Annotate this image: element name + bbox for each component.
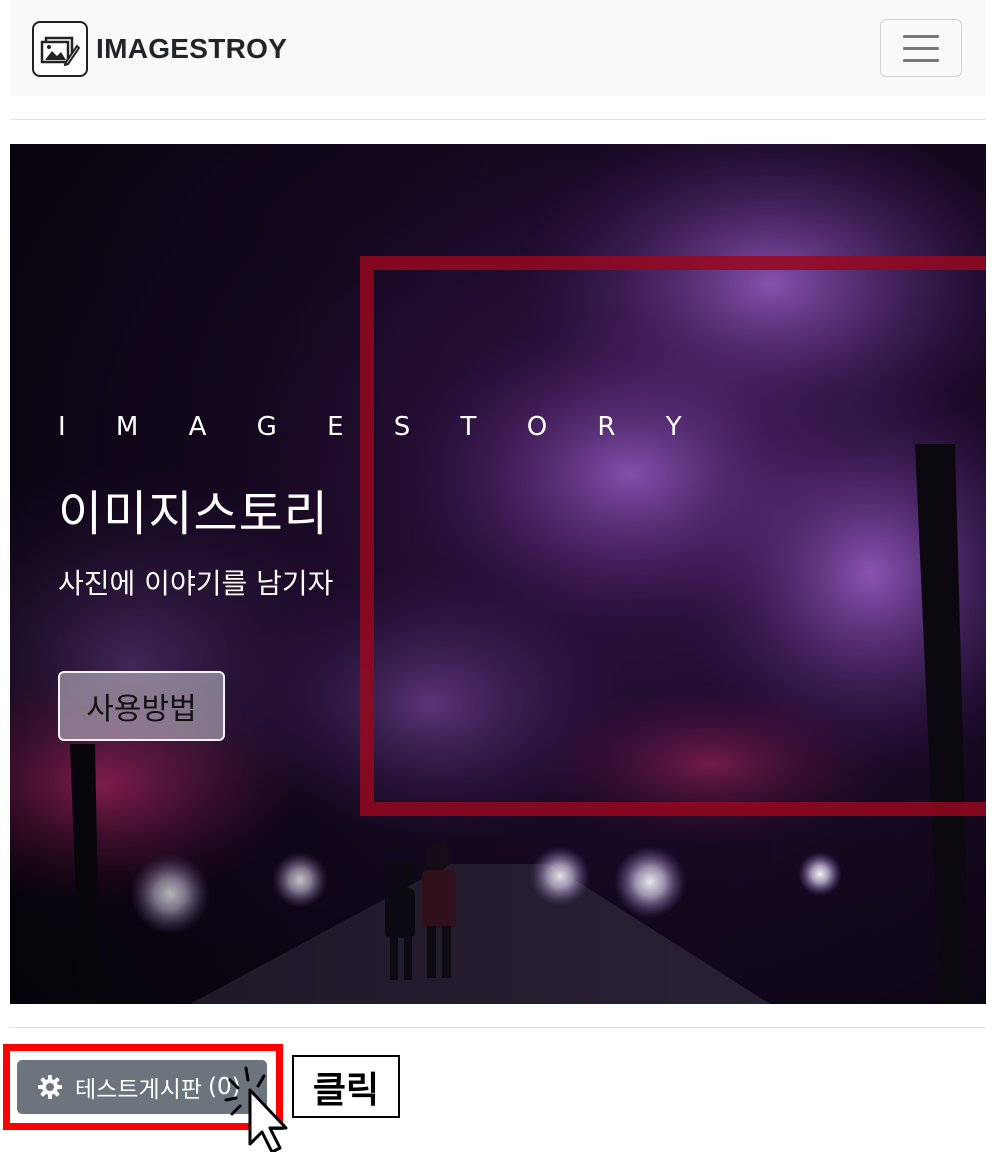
decorative-frame xyxy=(360,256,986,816)
hero-subtitle: 사진에 이야기를 남기자 xyxy=(58,567,334,600)
how-to-use-button[interactable]: 사용방법 xyxy=(58,671,225,741)
gear-icon xyxy=(37,1074,63,1100)
hamburger-menu-button[interactable] xyxy=(880,19,962,77)
brand-name: IMAGESTROY xyxy=(96,33,288,64)
hero-title: 이미지스토리 xyxy=(58,486,329,542)
navbar: IMAGESTROY xyxy=(10,0,986,96)
test-board-label: 테스트게시판 xyxy=(75,1077,202,1103)
click-annotation-label: 클릭 xyxy=(292,1055,400,1118)
image-gallery-icon xyxy=(32,21,88,77)
mouse-pointer-icon xyxy=(224,1066,288,1152)
brand-link[interactable]: IMAGESTROY xyxy=(32,20,287,78)
hamburger-icon xyxy=(903,34,939,38)
hero-banner: I M A G E S T O R Y 이미지스토리 사진에 이야기를 남기자 … xyxy=(10,144,986,1004)
divider xyxy=(10,119,986,120)
hero-eyebrow: I M A G E S T O R Y xyxy=(58,412,703,442)
divider xyxy=(10,1027,986,1028)
